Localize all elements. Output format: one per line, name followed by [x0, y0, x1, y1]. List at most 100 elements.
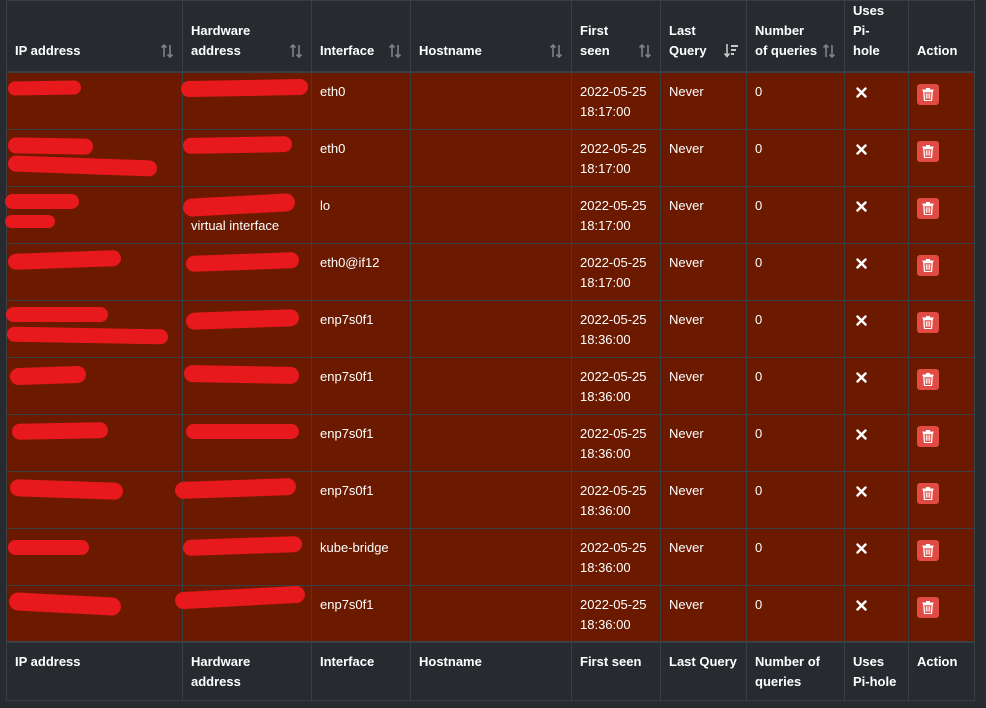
cell-uses-pihole	[844, 242, 909, 301]
col-footer-first-seen: First seen	[571, 641, 661, 701]
table-row: enp7s0f1 2022-05-25 18:36:00 Never 0	[6, 413, 975, 472]
trash-icon	[922, 144, 934, 158]
footer-row: IP address Hardware address Interface Hostn…	[6, 641, 975, 701]
col-header-first-seen[interactable]: First seen	[571, 0, 661, 73]
table-footer: IP address Hardware address Interface Hostn…	[6, 641, 975, 701]
sort-both-icon[interactable]	[549, 43, 563, 59]
cell-uses-pihole	[844, 128, 909, 187]
col-header-label: Action	[917, 43, 958, 58]
delete-button[interactable]	[917, 197, 939, 219]
delete-button[interactable]	[917, 311, 939, 333]
trash-icon	[922, 429, 934, 443]
col-header-action: Action	[908, 0, 975, 73]
cell-hostname	[410, 584, 572, 643]
table-body: eth0 2022-05-25 18:17:00 Never 0 eth0 2022-0…	[6, 71, 975, 643]
cell-uses-pihole	[844, 185, 909, 244]
col-header-interface[interactable]: Interface	[311, 0, 411, 73]
col-header-last-query[interactable]: Last Query	[660, 0, 747, 73]
delete-button[interactable]	[917, 368, 939, 390]
cell-first-seen: 2022-05-25 18:17:00	[571, 185, 661, 244]
cell-number-of-queries: 0	[746, 584, 845, 643]
cell-hostname	[410, 128, 572, 187]
table-row: kube-bridge 2022-05-25 18:36:00 Never 0	[6, 527, 975, 586]
cell-first-seen: 2022-05-25 18:17:00	[571, 242, 661, 301]
table-header: IP address Hardware address Interface Hostn…	[6, 0, 975, 73]
col-header-label: Hardware address	[191, 23, 251, 58]
delete-button[interactable]	[917, 140, 939, 162]
redaction-mark	[7, 80, 82, 96]
cell-ip-address	[6, 527, 183, 586]
delete-button[interactable]	[917, 425, 939, 447]
table-row: enp7s0f1 2022-05-25 18:36:00 Never 0	[6, 470, 975, 529]
cell-hostname	[410, 527, 572, 586]
cell-number-of-queries: 0	[746, 413, 845, 472]
cell-number-of-queries: 0	[746, 242, 845, 301]
delete-button[interactable]	[917, 84, 939, 105]
hardware-address-note: virtual interface	[191, 217, 280, 233]
col-footer-uses-pihole: Uses Pi-hole	[844, 641, 909, 701]
cell-action	[908, 356, 975, 415]
cell-first-seen: 2022-05-25 18:36:00	[571, 470, 661, 529]
times-icon	[856, 540, 867, 554]
sort-both-icon[interactable]	[289, 43, 303, 59]
cell-hostname	[410, 71, 572, 130]
cell-last-query: Never	[660, 128, 747, 187]
cell-action	[908, 527, 975, 586]
redaction-mark	[5, 194, 79, 209]
col-header-ip-address[interactable]: IP address	[6, 0, 183, 73]
cell-ip-address	[6, 356, 183, 415]
trash-icon	[922, 543, 934, 557]
cell-hostname	[410, 185, 572, 244]
delete-button[interactable]	[917, 539, 939, 561]
col-header-number-of-queries[interactable]: Number of queries	[746, 0, 845, 73]
sort-both-icon[interactable]	[638, 43, 652, 59]
cell-first-seen: 2022-05-25 18:36:00	[571, 584, 661, 643]
cell-uses-pihole	[844, 413, 909, 472]
col-header-hardware-address[interactable]: Hardware address	[182, 0, 312, 73]
cell-last-query: Never	[660, 470, 747, 529]
cell-uses-pihole	[844, 356, 909, 415]
redaction-mark	[182, 136, 293, 154]
cell-action	[908, 413, 975, 472]
cell-interface: enp7s0f1	[311, 413, 411, 472]
col-header-hostname[interactable]: Hostname	[410, 0, 572, 73]
redaction-mark	[180, 78, 309, 98]
cell-first-seen: 2022-05-25 18:36:00	[571, 413, 661, 472]
col-footer-hardware-address: Hardware address	[182, 641, 312, 701]
cell-uses-pihole	[844, 299, 909, 358]
times-icon	[856, 312, 867, 326]
cell-first-seen: 2022-05-25 18:36:00	[571, 299, 661, 358]
header-row: IP address Hardware address Interface Hostn…	[6, 0, 975, 73]
delete-button[interactable]	[917, 482, 939, 504]
col-footer-number-of-queries: Number of queries	[746, 641, 845, 701]
col-footer-action: Action	[908, 641, 975, 701]
cell-interface: eth0	[311, 71, 411, 130]
cell-uses-pihole	[844, 71, 909, 130]
delete-button[interactable]	[917, 254, 939, 276]
trash-icon	[922, 486, 934, 500]
cell-last-query: Never	[660, 299, 747, 358]
trash-icon	[922, 600, 934, 614]
cell-interface: lo	[311, 185, 411, 244]
table-row: eth0 2022-05-25 18:17:00 Never 0	[6, 128, 975, 187]
cell-interface: eth0@if12	[311, 242, 411, 301]
table-row: eth0@if12 2022-05-25 18:17:00 Never 0	[6, 242, 975, 301]
cell-hostname	[410, 413, 572, 472]
col-footer-interface: Interface	[311, 641, 411, 701]
cell-hardware-address	[182, 413, 312, 472]
col-header-uses-pihole: Uses Pi-hole	[844, 0, 909, 73]
sort-both-icon[interactable]	[822, 43, 836, 59]
trash-icon	[922, 315, 934, 329]
table-row: eth0 2022-05-25 18:17:00 Never 0	[6, 71, 975, 130]
sort-desc-icon[interactable]	[723, 43, 738, 59]
delete-button[interactable]	[917, 596, 939, 618]
sort-both-icon[interactable]	[160, 43, 174, 59]
cell-last-query: Never	[660, 527, 747, 586]
cell-last-query: Never	[660, 71, 747, 130]
sort-both-icon[interactable]	[388, 43, 402, 59]
cell-action	[908, 185, 975, 244]
cell-uses-pihole	[844, 470, 909, 529]
times-icon	[856, 426, 867, 440]
times-icon	[856, 597, 867, 611]
cell-number-of-queries: 0	[746, 299, 845, 358]
